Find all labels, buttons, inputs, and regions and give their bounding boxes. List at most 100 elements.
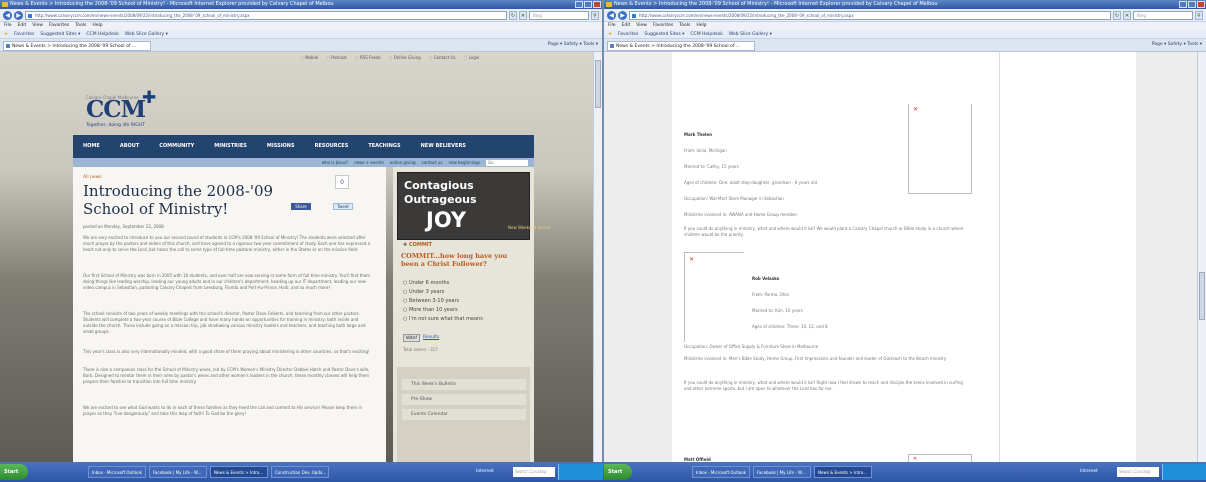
taskbar-item-news[interactable]: News & Events > Intro... [210,466,268,478]
series-promo-banner[interactable]: Contagious Outrageous JOY New Weekend Se… [397,172,550,240]
vertical-scrollbar[interactable] [593,52,602,462]
menu-favorites[interactable]: Favorites [49,22,69,30]
nav-about[interactable]: ABOUT [110,135,149,158]
command-bar[interactable]: Page ▾ Safety ▾ Tools ▾ [548,42,598,47]
vote-button[interactable]: Vote! [403,334,420,342]
subnav-contact[interactable]: contact us [422,158,443,167]
favorites-button[interactable]: Favorites [618,30,638,38]
poll-option-radio[interactable]: Between 3-10 years [403,298,459,304]
nav-teachings[interactable]: TEACHINGS [358,135,410,158]
maximize-button[interactable] [584,1,592,8]
web-slice-gallery-link[interactable]: Web Slice Gallery ▾ [729,30,772,38]
forward-icon[interactable]: ▶ [14,10,23,20]
online-giving-link[interactable]: Online Giving [389,55,421,60]
nav-new-believers[interactable]: NEW BELIEVERS [411,135,476,158]
stop-icon[interactable]: ✕ [1123,10,1131,20]
nav-missions[interactable]: MISSIONS [257,135,305,158]
browser-tab[interactable]: News & Events > Introducing the 2008-'09… [607,41,755,51]
search-icon[interactable]: ⚲ [591,10,599,20]
search-input[interactable]: Bing [529,10,589,20]
favorites-button[interactable]: Favorites [14,30,34,38]
menu-help[interactable]: Help [92,22,102,30]
scrollbar-thumb[interactable] [595,60,601,108]
taskbar-item-outlook[interactable]: Inbox - Microsoft Outlook [88,466,146,478]
breadcrumb[interactable]: All news [83,175,102,180]
back-icon[interactable]: ◀ [3,10,12,20]
ie-icon [606,2,612,7]
back-icon[interactable]: ◀ [607,10,616,20]
ccm-helpdesk-link[interactable]: CCM Helpdesk [690,30,722,38]
zoom-level[interactable]: 100% [526,464,539,480]
suggested-sites-link[interactable]: Suggested Sites ▾ [40,30,80,38]
contact-link[interactable]: Contact Us [429,55,456,60]
menu-tools[interactable]: Tools [679,22,690,30]
subnav-online-giving[interactable]: online giving [390,158,416,167]
menu-bar: File Edit View Favorites Tools Help [604,22,1206,30]
search-input[interactable]: Bing [1133,10,1193,20]
facebook-share-button[interactable]: Share [291,203,311,210]
nav-community[interactable]: COMMUNITY [149,135,204,158]
taskbar-item-construction[interactable]: Construction Dev. Upda... [271,466,329,478]
web-slice-gallery-link[interactable]: Web Slice Gallery ▾ [125,30,168,38]
login-link[interactable]: Login [464,55,480,60]
taskbar-item-outlook[interactable]: Inbox - Microsoft Outlook [692,466,750,478]
ccm-logo[interactable]: Calvary Chapel Melbourne CCM ✚ Together,… [86,88,166,130]
tweet-button[interactable]: Tweet [333,203,353,210]
start-button[interactable]: Start [0,464,28,480]
minimize-button[interactable] [1179,1,1187,8]
article-paragraph: This year's class is also very internati… [83,349,370,354]
minimize-button[interactable] [575,1,583,8]
poll-option-radio[interactable]: Under 3 years [403,289,444,295]
stop-icon[interactable]: ✕ [519,10,527,20]
taskbar-item-facebook[interactable]: Facebook | My Life - W... [149,466,207,478]
refresh-icon[interactable]: ↻ [1113,10,1121,20]
menu-help[interactable]: Help [696,22,706,30]
window-title: News & Events > Introducing the 2008-'09… [10,1,334,7]
nav-home[interactable]: HOME [73,135,110,158]
taskbar-item-facebook[interactable]: Facebook | My Life - W... [753,466,811,478]
browser-tab[interactable]: News & Events > Introducing the 2008-'09… [3,41,151,51]
sidebar-link-pre-show[interactable]: Pre-Show [402,394,526,405]
close-button[interactable] [593,1,601,8]
menu-edit[interactable]: Edit [622,22,631,30]
scrollbar-thumb[interactable] [1199,272,1205,320]
maximize-button[interactable] [1188,1,1196,8]
sidebar-link-bulletin[interactable]: This Week's Bulletin [402,379,526,390]
mobile-link[interactable]: Mobile [300,55,318,60]
start-button[interactable]: Start [604,464,632,480]
rss-link[interactable]: RSS Feeds [355,55,381,60]
url-input[interactable]: http://www.calvaryccm.com/en/news-events… [629,10,1111,20]
ccm-helpdesk-link[interactable]: CCM Helpdesk [86,30,118,38]
vertical-scrollbar[interactable] [1197,52,1206,462]
close-button[interactable] [1197,1,1205,8]
url-input[interactable]: http://www.calvaryccm.com/en/news-events… [25,10,507,20]
favorites-star-icon[interactable]: ★ [4,30,8,38]
taskbar-item-news[interactable]: News & Events > Intro... [814,466,872,478]
subnav-new-beginnings[interactable]: new beginnings [448,158,480,167]
site-search-input[interactable]: Go [486,159,528,166]
menu-file[interactable]: File [608,22,616,30]
poll-option-radio[interactable]: More than 10 years [403,307,458,313]
subnav-news-events[interactable]: news + events [354,158,384,167]
command-bar[interactable]: Page ▾ Safety ▾ Tools ▾ [1152,42,1202,47]
suggested-sites-link[interactable]: Suggested Sites ▾ [644,30,684,38]
menu-edit[interactable]: Edit [18,22,27,30]
results-link[interactable]: Results [423,335,439,340]
menu-tools[interactable]: Tools [75,22,86,30]
search-icon[interactable]: ⚲ [1195,10,1203,20]
menu-view[interactable]: View [636,22,647,30]
sidebar-link-events-calendar[interactable]: Events Calendar [402,409,526,420]
favorites-star-icon[interactable]: ★ [608,30,612,38]
forward-icon[interactable]: ▶ [618,10,627,20]
menu-file[interactable]: File [4,22,12,30]
poll-option-radio[interactable]: Under 6 months [403,280,449,286]
nav-ministries[interactable]: MINISTRIES [204,135,257,158]
menu-favorites[interactable]: Favorites [653,22,673,30]
refresh-icon[interactable]: ↻ [509,10,517,20]
subnav-who-is-jesus[interactable]: who is Jesus? [322,158,348,167]
menu-view[interactable]: View [32,22,43,30]
podcast-link[interactable]: Podcast [326,55,347,60]
nav-resources[interactable]: RESOURCES [305,135,359,158]
poll-option-radio[interactable]: I'm not sure what that means [403,316,483,322]
zoom-level[interactable]: 100% [1130,464,1143,480]
